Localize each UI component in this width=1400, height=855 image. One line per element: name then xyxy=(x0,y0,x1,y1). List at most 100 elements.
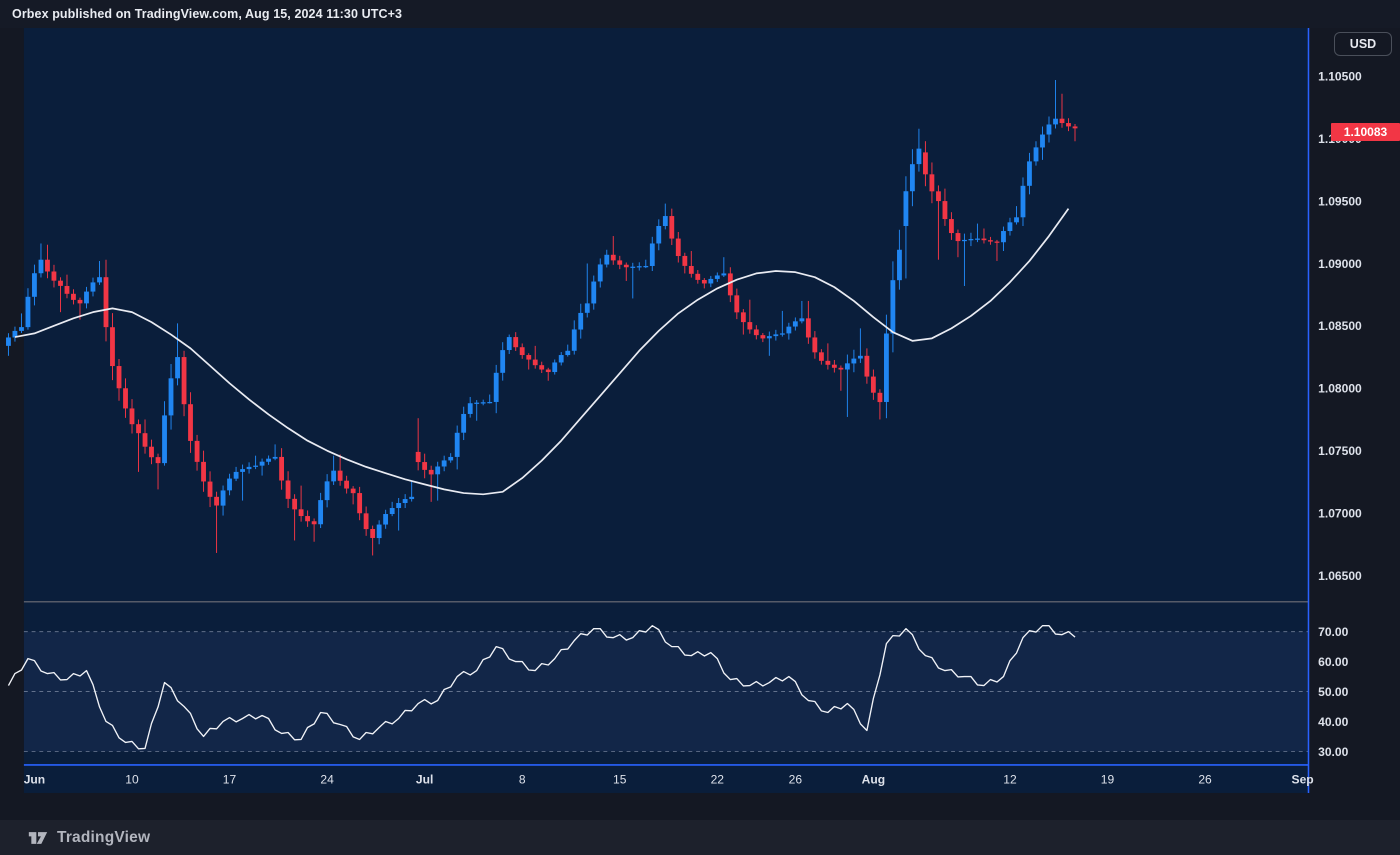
candle-body xyxy=(39,260,44,274)
candle-body xyxy=(110,327,115,366)
candle-body xyxy=(325,481,330,500)
price-axis-label: 1.06500 xyxy=(1318,569,1362,583)
footer-brand-text[interactable]: TradingView xyxy=(57,829,150,847)
time-axis-label: 22 xyxy=(711,772,725,786)
candle-body xyxy=(136,424,141,433)
candle-body xyxy=(351,489,356,494)
candle-body xyxy=(429,470,434,475)
candle-body xyxy=(312,521,317,524)
candle-body xyxy=(864,356,869,377)
candle-body xyxy=(448,457,453,460)
candle-body xyxy=(1027,161,1032,185)
candle-body xyxy=(377,525,382,539)
time-axis-label: Aug xyxy=(862,772,885,786)
candle-body xyxy=(969,239,974,240)
candle-body xyxy=(669,216,674,239)
candle-body xyxy=(780,333,785,334)
price-axis-label: 1.07000 xyxy=(1318,506,1362,520)
candle-body xyxy=(611,255,616,261)
candle-body xyxy=(559,355,564,362)
candle-body xyxy=(403,499,408,503)
candle-body xyxy=(442,460,447,466)
price-axis-label: 1.09500 xyxy=(1318,194,1362,208)
time-axis-label: Sep xyxy=(1292,772,1314,786)
candle-body xyxy=(481,402,486,403)
candle-body xyxy=(97,277,102,282)
price-axis-label: 1.07500 xyxy=(1318,444,1362,458)
candle-body xyxy=(344,481,349,489)
candle-body xyxy=(702,280,707,283)
time-axis-label: 26 xyxy=(789,772,803,786)
time-axis-label: 19 xyxy=(1101,772,1115,786)
candle-body xyxy=(273,457,278,459)
candle-body xyxy=(6,337,11,345)
candle-body xyxy=(234,472,239,479)
time-axis-label: 8 xyxy=(519,772,526,786)
candle-body xyxy=(416,452,421,462)
candle-body xyxy=(156,457,161,463)
candle-body xyxy=(1040,135,1045,148)
candle-body xyxy=(266,459,271,462)
candle-body xyxy=(851,359,856,364)
candle-body xyxy=(546,370,551,373)
candle-body xyxy=(221,490,226,505)
candle-body xyxy=(201,462,206,482)
candle-body xyxy=(734,295,739,312)
candle-body xyxy=(390,508,395,514)
candle-body xyxy=(917,149,922,164)
candle-body xyxy=(799,318,804,321)
footer-bar: TradingView xyxy=(0,820,1400,855)
publication-header: Orbex published on TradingView.com, Aug … xyxy=(0,0,1400,28)
candle-body xyxy=(591,282,596,304)
candle-body xyxy=(299,509,304,516)
candle-body xyxy=(1008,222,1013,231)
price-axis-label: 1.08500 xyxy=(1318,319,1362,333)
candle-body xyxy=(565,351,570,355)
tradingview-logo-icon[interactable] xyxy=(28,829,48,847)
candle-body xyxy=(839,368,844,370)
candle-body xyxy=(786,327,791,334)
candle-body xyxy=(890,280,895,333)
candle-body xyxy=(175,357,180,378)
candle-body xyxy=(819,352,824,360)
candle-body xyxy=(845,363,850,369)
candle-body xyxy=(494,373,499,402)
candle-body xyxy=(975,239,980,240)
candle-body xyxy=(474,403,479,404)
candle-body xyxy=(188,404,193,441)
chart-canvas[interactable]: 1.105001.100001.095001.090001.085001.080… xyxy=(0,28,1400,820)
candle-body xyxy=(578,313,583,330)
candle-body xyxy=(19,327,24,331)
price-axis-labels[interactable]: 1.105001.100001.095001.090001.085001.080… xyxy=(1318,70,1362,583)
candle-body xyxy=(585,303,590,312)
candle-body xyxy=(52,271,57,280)
price-axis-label: 1.08000 xyxy=(1318,382,1362,396)
candle-body xyxy=(747,322,752,329)
candle-body xyxy=(988,240,993,241)
rsi-axis-labels[interactable]: 70.0060.0050.0040.0030.00 xyxy=(1318,625,1348,759)
candle-body xyxy=(643,266,648,267)
publication-title: Orbex published on TradingView.com, Aug … xyxy=(12,7,402,21)
candle-body xyxy=(286,481,291,499)
candle-body xyxy=(721,273,726,275)
candle-body xyxy=(364,513,369,529)
candle-body xyxy=(962,240,967,241)
candle-body xyxy=(552,362,557,372)
candle-body xyxy=(637,266,642,267)
rsi-axis-label: 50.00 xyxy=(1318,685,1348,699)
candle-body xyxy=(422,462,427,470)
time-axis-label: Jul xyxy=(416,772,433,786)
candle-body xyxy=(832,365,837,368)
candle-body xyxy=(292,499,297,510)
candle-body xyxy=(617,260,622,264)
currency-scale-button[interactable]: USD xyxy=(1334,32,1392,56)
candle-body xyxy=(904,191,909,226)
candle-body xyxy=(1053,119,1058,125)
candle-body xyxy=(409,497,414,499)
price-axis-label: 1.10500 xyxy=(1318,70,1362,84)
candle-body xyxy=(338,471,343,481)
candle-body xyxy=(1034,147,1039,161)
candle-body xyxy=(65,286,70,294)
candle-body xyxy=(773,334,778,336)
candle-body xyxy=(923,152,928,174)
